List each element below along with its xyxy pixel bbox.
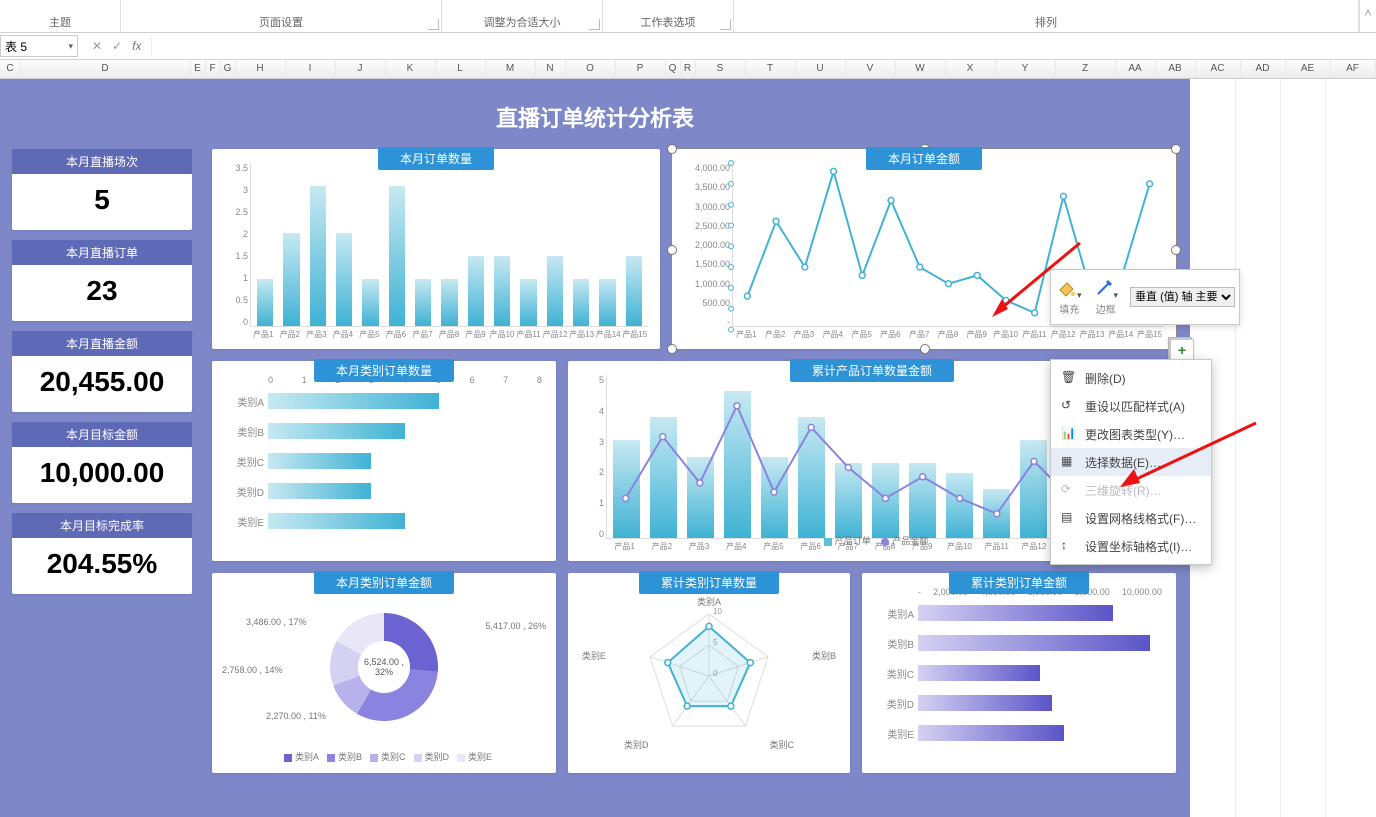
sheet-area: 直播订单统计分析表 本月直播场次5本月直播订单23本月直播金额20,455.00… (0, 79, 1376, 817)
kpi-card: 本月目标完成率204.55% (12, 513, 192, 594)
pie-label: 2,758.00 , 14% (222, 665, 283, 675)
delete-icon: 🗑 (1061, 370, 1077, 386)
kpi-value: 5 (12, 174, 192, 230)
pie-label: 5,417.00 , 26% (485, 621, 546, 631)
kpi-card: 本月直播金额20,455.00 (12, 331, 192, 412)
chart-category-qty[interactable]: 本月类别订单数量 012345678 类别A类别B类别C类别D类别E (212, 361, 556, 561)
axis-icon: ↕ (1061, 538, 1077, 554)
chart-title: 本月订单金额 (866, 147, 982, 170)
axis-select[interactable]: 垂直 (值) 轴 主要 (1130, 287, 1235, 307)
dashboard: 直播订单统计分析表 本月直播场次5本月直播订单23本月直播金额20,455.00… (0, 79, 1190, 817)
select-icon: ▦ (1061, 454, 1077, 470)
kpi-value: 204.55% (12, 538, 192, 594)
chevron-down-icon[interactable]: ▾ (68, 41, 73, 52)
pie-center-label: 6,524.00 , 32% (354, 657, 414, 677)
chart-title: 本月订单数量 (378, 147, 494, 170)
chart-category-amount[interactable]: 本月类别订单金额 6,524.00 , 32% 5,417.00 , 26% 2… (212, 573, 556, 773)
ribbon: 主题 页面设置 调整为合适大小 工作表选项 排列 ˄ (0, 0, 1376, 33)
outline-icon[interactable] (1094, 278, 1114, 298)
name-box-value: 表 5 (5, 38, 27, 55)
kpi-header: 本月直播订单 (12, 240, 192, 265)
chart-title: 本月类别订单金额 (314, 571, 454, 594)
chart-icon: 📊 (1061, 426, 1077, 442)
reset-icon: ↺ (1061, 398, 1077, 414)
chart-title: 本月类别订单数量 (314, 359, 454, 382)
kpi-value: 23 (12, 265, 192, 321)
confirm-icon[interactable]: ✓ (112, 39, 122, 53)
ribbon-group-page-setup[interactable]: 页面设置 (121, 0, 442, 32)
chart-title: 累计类别订单数量 (639, 571, 779, 594)
chart-cumulative-category-qty[interactable]: 累计类别订单数量 0510 类别A 类别B 类别C 类别D 类别E (568, 573, 850, 773)
svg-text:0: 0 (713, 669, 718, 678)
ribbon-group-scale[interactable]: 调整为合适大小 (442, 0, 603, 32)
chart-cumulative-category-amount[interactable]: 累计类别订单金额 -2,000.004,000.006,000.008,000.… (862, 573, 1176, 773)
kpi-value: 10,000.00 (12, 447, 192, 503)
kpi-header: 本月直播金额 (12, 331, 192, 356)
column-headers[interactable]: CDEFGHIJKLMNOPQRSTUVWXYZAAABACADAEAF (0, 60, 1376, 79)
chart-title: 累计类别订单金额 (949, 571, 1089, 594)
name-box[interactable]: 表 5 ▾ (0, 35, 78, 57)
kpi-header: 本月直播场次 (12, 149, 192, 174)
ribbon-group-arrange[interactable]: 排列 (734, 0, 1359, 32)
grid-icon: ▤ (1061, 510, 1077, 526)
annotation-arrow (980, 239, 1090, 329)
context-menu-item[interactable]: ↺重设以匹配样式(A) (1051, 392, 1211, 420)
kpi-value: 20,455.00 (12, 356, 192, 412)
annotation-arrow (1110, 419, 1260, 499)
outline-label: 边框 (1094, 301, 1119, 316)
kpi-card: 本月直播场次5 (12, 149, 192, 230)
fx-icon[interactable]: fx (132, 39, 141, 53)
formula-input[interactable] (151, 36, 1376, 56)
chart-legend: 类别A类别B类别C类别D类别E (216, 750, 552, 763)
chart-month-qty[interactable]: 本月订单数量 3.532.521.510.50 产品1产品2产品3产品4产品5产… (212, 149, 660, 349)
ribbon-collapse-icon[interactable]: ˄ (1359, 0, 1376, 32)
chart-title: 累计产品订单数量金额 (790, 359, 954, 382)
svg-text:10: 10 (713, 607, 722, 616)
rotate-icon: ⟳ (1061, 482, 1077, 498)
context-menu-item[interactable]: 🗑删除(D) (1051, 364, 1211, 392)
ribbon-group-theme[interactable]: 主题 (0, 0, 121, 32)
cancel-icon[interactable]: ✕ (92, 39, 102, 53)
kpi-card: 本月目标金额10,000.00 (12, 422, 192, 503)
kpi-card: 本月直播订单23 (12, 240, 192, 321)
kpi-header: 本月目标完成率 (12, 513, 192, 538)
ribbon-group-sheet-options[interactable]: 工作表选项 (603, 0, 734, 32)
pie-label: 3,486.00 , 17% (246, 617, 307, 627)
svg-text:5: 5 (713, 638, 718, 647)
kpi-column: 本月直播场次5 本月直播订单23 本月直播金额20,455.00 本月目标金额10,0… (12, 149, 192, 604)
context-menu-item[interactable]: ▤设置网格线格式(F)… (1051, 504, 1211, 532)
dashboard-title: 直播订单统计分析表 (12, 101, 1178, 133)
formula-buttons: ✕ ✓ fx (82, 39, 151, 53)
pie-label: 2,270.00 , 11% (266, 711, 326, 721)
context-menu-item[interactable]: ↕设置坐标轴格式(I)… (1051, 532, 1211, 560)
formula-bar: 表 5 ▾ ✕ ✓ fx (0, 33, 1376, 60)
kpi-header: 本月目标金额 (12, 422, 192, 447)
